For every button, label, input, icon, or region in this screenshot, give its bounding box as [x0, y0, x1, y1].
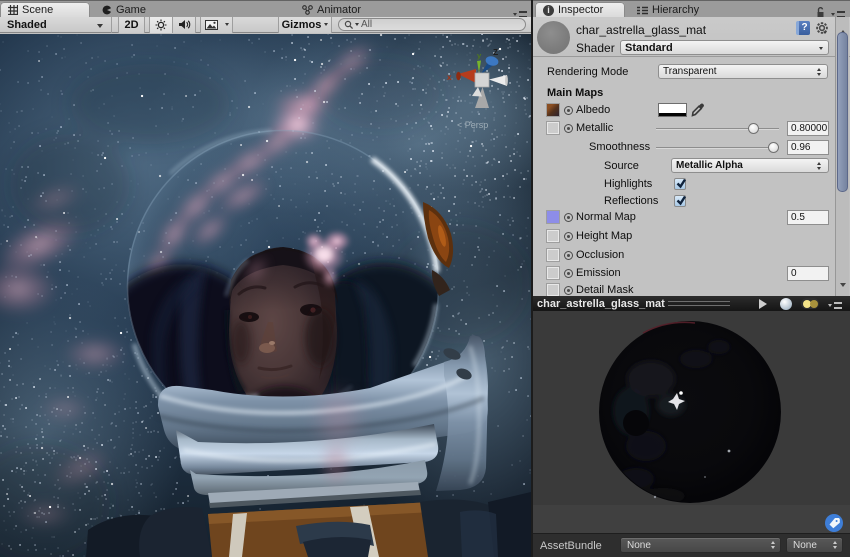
svg-text:Z: Z [493, 47, 498, 57]
svg-text:x: x [447, 73, 452, 82]
svg-text:< Persp: < Persp [457, 120, 488, 130]
